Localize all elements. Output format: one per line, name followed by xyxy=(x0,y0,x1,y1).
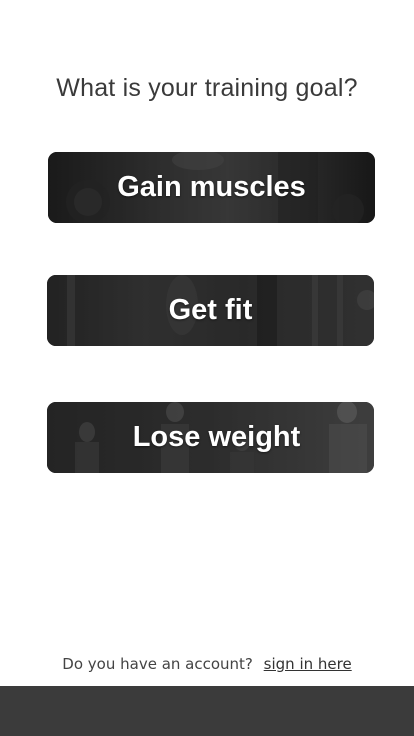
bottom-bar xyxy=(0,686,414,736)
goal-card-get-fit[interactable]: Get fit xyxy=(47,275,374,346)
page-title: What is your training goal? xyxy=(56,74,358,102)
signin-link[interactable]: sign in here xyxy=(264,655,352,673)
signin-prompt: Do you have an account? sign in here xyxy=(0,655,414,673)
account-question: Do you have an account? xyxy=(62,655,253,673)
goal-label: Gain muscles xyxy=(117,171,306,203)
goal-card-gain-muscles[interactable]: Gain muscles xyxy=(48,152,375,223)
goal-label: Lose weight xyxy=(132,421,301,453)
goal-card-lose-weight[interactable]: Lose weight xyxy=(47,402,374,473)
goal-selection-screen: What is your training goal? Gain muscles xyxy=(0,0,414,736)
goal-label: Get fit xyxy=(168,294,253,326)
